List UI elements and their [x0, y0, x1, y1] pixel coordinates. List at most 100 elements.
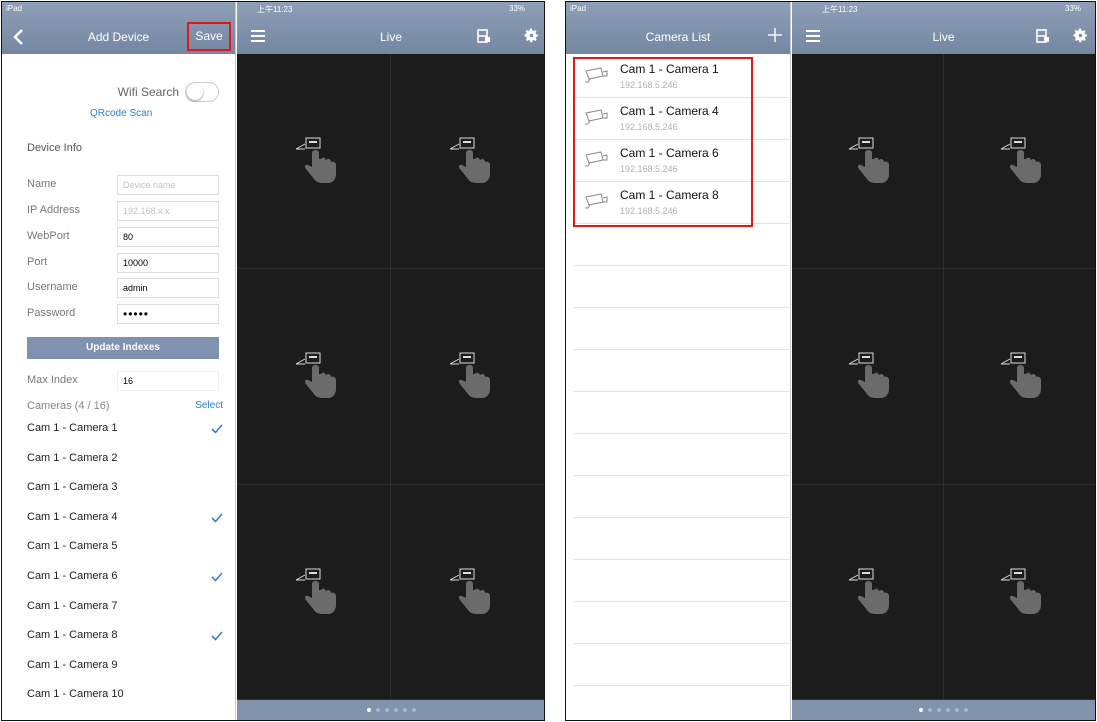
empty-list-row	[574, 602, 791, 644]
camera-name: Cam 1 - Camera 6	[27, 569, 118, 582]
live-view-cell[interactable]	[391, 54, 544, 270]
tap-to-add-icon[interactable]	[993, 566, 1045, 618]
max-index-input[interactable]: 16	[117, 371, 219, 391]
tap-to-add-icon[interactable]	[442, 350, 494, 402]
device-info-heading: Device Info	[27, 142, 83, 154]
camera-checklist-item[interactable]: Cam 1 - Camera 3	[27, 473, 223, 503]
tap-to-add-icon[interactable]	[841, 350, 893, 402]
page-dot[interactable]	[384, 708, 389, 712]
webport-input[interactable]: 80	[117, 227, 219, 247]
camera-checklist-item[interactable]: Cam 1 - Camera 1	[27, 414, 223, 444]
live-title: Live	[379, 30, 402, 44]
checkmark-icon	[211, 424, 223, 434]
password-label: Password	[27, 307, 76, 319]
tap-to-add-icon[interactable]	[993, 350, 1045, 402]
add-device-screen: iPad Add Device Save Wifi Search QRcode …	[1, 1, 545, 721]
camera-checklist-item[interactable]: Cam 1 - Camera 6	[27, 562, 223, 592]
empty-list-row	[574, 224, 791, 266]
camera-name: Cam 1 - Camera 1	[27, 422, 118, 434]
wifi-search-toggle[interactable]	[185, 82, 219, 102]
page-dot[interactable]	[955, 708, 959, 712]
page-dot[interactable]	[402, 708, 407, 712]
camera-name: Cam 1 - Camera 5	[27, 540, 118, 553]
tap-to-add-icon[interactable]	[288, 566, 340, 618]
port-input[interactable]: 10000	[117, 253, 219, 273]
live-view-cell[interactable]	[943, 54, 1095, 270]
selected-cameras-highlight	[573, 57, 753, 227]
tap-to-add-icon[interactable]	[841, 566, 893, 618]
cameras-header: Cameras (4 / 16) Select	[27, 400, 223, 412]
layout-icon[interactable]	[1036, 29, 1050, 43]
wifi-search-label: Wifi Search	[117, 85, 179, 99]
checkmark-icon	[211, 572, 223, 582]
gear-icon[interactable]	[1072, 27, 1089, 44]
password-input[interactable]: •••••	[117, 304, 219, 324]
camera-checklist-item[interactable]: Cam 1 - Camera 7	[27, 592, 223, 622]
gear-icon[interactable]	[523, 27, 540, 44]
save-button[interactable]: Save	[187, 22, 231, 51]
camera-name: Cam 1 - Camera 3	[27, 481, 118, 494]
live-view-cell[interactable]	[792, 54, 944, 270]
page-dot[interactable]	[375, 708, 380, 712]
live-view-cell[interactable]	[237, 269, 391, 485]
live-panel-left: 上午11:23 33% Live	[237, 2, 544, 720]
tap-to-add-icon[interactable]	[993, 135, 1045, 187]
checkmark-icon	[211, 631, 223, 641]
ip-address-label: IP Address	[27, 204, 80, 216]
empty-list-row	[574, 266, 791, 308]
camera-checklist-item[interactable]: Cam 1 - Camera 10	[27, 680, 223, 710]
name-input[interactable]	[117, 175, 219, 195]
plus-icon[interactable]	[768, 28, 782, 42]
empty-list-row	[574, 686, 791, 720]
live-view-cell[interactable]	[943, 484, 1095, 700]
live-grid-left	[237, 54, 544, 700]
ip-address-input[interactable]	[117, 201, 219, 221]
layout-icon[interactable]	[477, 29, 491, 43]
page-dot[interactable]	[393, 708, 398, 712]
tap-to-add-icon[interactable]	[288, 135, 340, 187]
page-dot[interactable]	[366, 708, 371, 712]
live-view-cell[interactable]	[792, 269, 944, 485]
name-label: Name	[27, 178, 57, 190]
port-label: Port	[27, 256, 48, 268]
webport-label: WebPort	[27, 230, 70, 242]
empty-list-row	[574, 308, 791, 350]
wifi-search-row: Wifi Search	[118, 82, 219, 102]
select-link[interactable]: Select	[195, 400, 223, 411]
live-view-cell[interactable]	[943, 269, 1095, 485]
tap-to-add-icon[interactable]	[288, 350, 340, 402]
page-dot[interactable]	[411, 708, 416, 712]
camera-list-panel: iPad Camera List Cam 1 - Camera 1 192.168…	[566, 2, 791, 720]
name-field-row: Name	[27, 175, 219, 195]
page-dot[interactable]	[937, 708, 941, 712]
status-bar: iPad	[2, 2, 235, 15]
live-view-cell[interactable]	[792, 484, 944, 700]
tap-to-add-icon[interactable]	[442, 566, 494, 618]
camera-checklist-item[interactable]: Cam 1 - Camera 5	[27, 532, 223, 562]
qrcode-scan-link[interactable]: QRcode Scan	[90, 108, 152, 119]
camera-name: Cam 1 - Camera 2	[27, 451, 118, 464]
live-view-cell[interactable]	[237, 54, 391, 270]
battery-label-right: 33%	[1064, 4, 1081, 13]
camera-checklist-item[interactable]: Cam 1 - Camera 8	[27, 621, 223, 651]
password-field-row: Password •••••	[27, 304, 219, 324]
camera-name: Cam 1 - Camera 4	[27, 510, 118, 523]
live-view-cell[interactable]	[391, 269, 544, 485]
port-field-row: Port 10000	[27, 253, 219, 273]
camera-checklist-item[interactable]: Cam 1 - Camera 9	[27, 651, 223, 681]
live-view-cell[interactable]	[391, 484, 544, 700]
page-dot[interactable]	[964, 708, 968, 712]
empty-list-row	[574, 434, 791, 476]
battery-label: 33%	[508, 4, 525, 13]
camera-checklist-item[interactable]: Cam 1 - Camera 4	[27, 503, 223, 533]
live-view-cell[interactable]	[237, 484, 391, 700]
username-input[interactable]: admin	[117, 278, 219, 298]
username-label: Username	[27, 281, 78, 293]
tap-to-add-icon[interactable]	[442, 135, 494, 187]
tap-to-add-icon[interactable]	[841, 135, 893, 187]
update-indexes-button[interactable]: Update Indexes	[27, 337, 219, 359]
page-dot[interactable]	[919, 708, 923, 712]
page-dot[interactable]	[946, 708, 950, 712]
camera-checklist-item[interactable]: Cam 1 - Camera 2	[27, 444, 223, 474]
page-dot[interactable]	[928, 708, 932, 712]
